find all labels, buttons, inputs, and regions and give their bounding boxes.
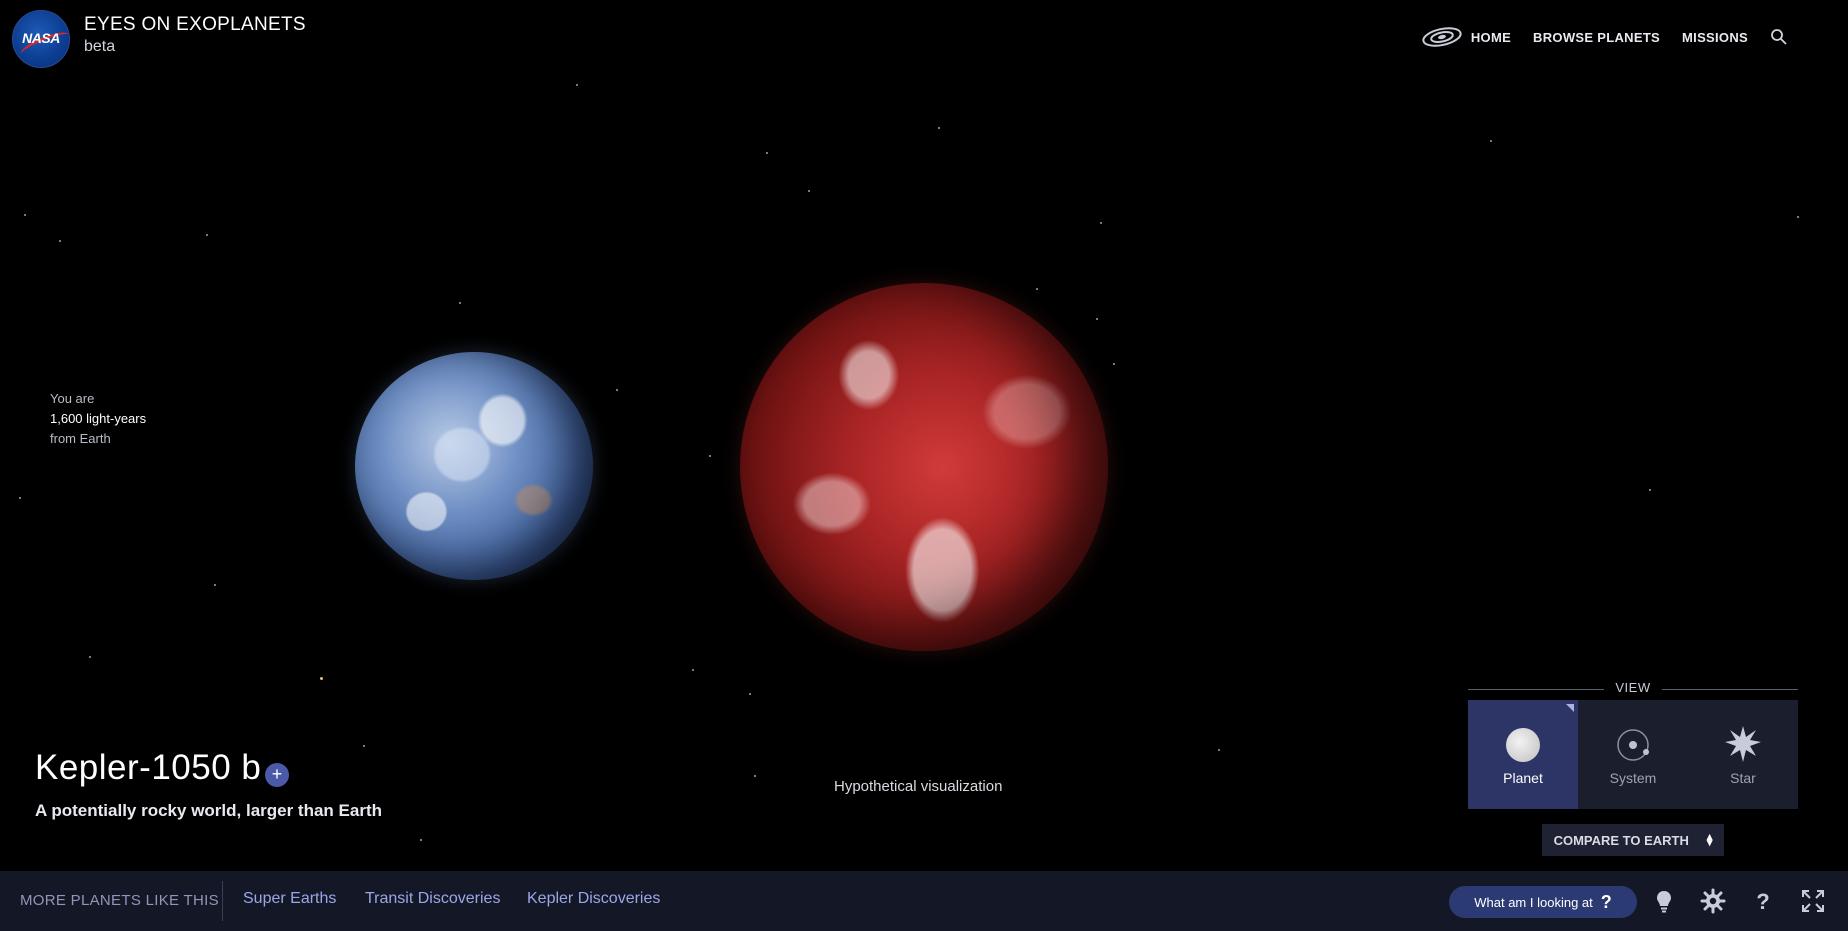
- star: [576, 84, 578, 86]
- settings-icon[interactable]: [1700, 888, 1726, 914]
- app-subtitle: beta: [84, 38, 116, 55]
- star: [1797, 216, 1799, 218]
- star: [206, 234, 208, 236]
- galaxy-icon: [1422, 27, 1462, 47]
- planet-name: Kepler-1050 b: [35, 748, 262, 787]
- view-planet-label: Planet: [1503, 770, 1543, 786]
- fullscreen-icon[interactable]: [1800, 888, 1826, 914]
- category-transit-discoveries[interactable]: Transit Discoveries: [365, 890, 500, 908]
- what-am-i-looking-at-button[interactable]: What am I looking at ?: [1449, 886, 1637, 918]
- help-icon[interactable]: ?: [1750, 888, 1776, 914]
- star: [754, 775, 756, 777]
- view-star-button[interactable]: Star: [1688, 700, 1798, 809]
- star: [320, 677, 323, 680]
- bottom-divider: [222, 881, 223, 921]
- star: [363, 745, 365, 747]
- looking-label: What am I looking at: [1474, 894, 1593, 910]
- system-icon: [1617, 729, 1649, 761]
- view-selector: Planet System Star: [1468, 700, 1798, 809]
- star: [214, 584, 216, 586]
- distance-value: 1,600 light-years: [50, 411, 147, 426]
- exoplanet[interactable]: [740, 283, 1108, 651]
- nav-home-label: HOME: [1470, 29, 1512, 45]
- distance-line1: You are: [50, 391, 95, 406]
- more-planets-label: MORE PLANETS LIKE THIS: [20, 892, 219, 909]
- category-kepler-discoveries[interactable]: Kepler Discoveries: [527, 890, 660, 908]
- planet-icon: [1506, 728, 1540, 762]
- sort-arrows-icon: ▴ ▾: [1706, 831, 1713, 849]
- star: [692, 669, 694, 671]
- star: [938, 127, 940, 129]
- bottom-bar: MORE PLANETS LIKE THIS Super Earths Tran…: [0, 871, 1848, 931]
- star: [709, 455, 711, 457]
- view-label: VIEW: [1615, 680, 1651, 695]
- svg-text:?: ?: [1756, 889, 1769, 914]
- star: [1649, 489, 1651, 491]
- distance-line3: from Earth: [50, 431, 111, 446]
- hypothetical-caption: Hypothetical visualization: [834, 778, 1003, 795]
- star: [1490, 140, 1492, 142]
- nav-missions-label: MISSIONS: [1682, 29, 1748, 45]
- nav-browse-label: BROWSE PLANETS: [1533, 29, 1661, 45]
- nav-missions[interactable]: MISSIONS: [1682, 30, 1748, 45]
- star: [459, 302, 461, 304]
- active-corner-marker: [1566, 704, 1574, 712]
- star: [766, 152, 768, 154]
- nasa-logo[interactable]: NASA: [12, 10, 70, 68]
- question-icon: ?: [1600, 891, 1612, 912]
- star: [749, 693, 751, 695]
- star: [808, 190, 810, 192]
- star: [1218, 749, 1220, 751]
- category-super-earths[interactable]: Super Earths: [243, 890, 336, 908]
- star: [420, 839, 422, 841]
- view-system-button[interactable]: System: [1578, 700, 1688, 809]
- view-planet-button[interactable]: Planet: [1468, 700, 1578, 809]
- view-star-label: Star: [1730, 770, 1756, 786]
- star: [89, 656, 91, 658]
- planet-description: A potentially rocky world, larger than E…: [35, 801, 382, 820]
- view-system-label: System: [1609, 770, 1657, 786]
- logo-text: NASA: [22, 30, 60, 46]
- compare-label: COMPARE TO EARTH: [1553, 832, 1689, 848]
- app-title[interactable]: EYES ON EXOPLANETS: [84, 14, 306, 36]
- nav-browse-planets[interactable]: BROWSE PLANETS: [1533, 30, 1660, 45]
- star: [59, 240, 61, 242]
- star: [1100, 222, 1102, 224]
- top-nav: HOME BROWSE PLANETS MISSIONS: [1421, 26, 1788, 48]
- add-planet-button[interactable]: +: [265, 763, 289, 787]
- distance-readout: You are 1,600 light-years from Earth: [50, 389, 146, 449]
- star: [1113, 363, 1115, 365]
- star: [19, 497, 21, 499]
- compare-to-earth-dropdown[interactable]: COMPARE TO EARTH ▴ ▾: [1542, 824, 1724, 856]
- star: [24, 214, 26, 216]
- star: [616, 389, 618, 391]
- star: [1036, 288, 1038, 290]
- star: [1096, 318, 1098, 320]
- star-icon: [1725, 726, 1761, 762]
- nav-home[interactable]: HOME: [1421, 26, 1511, 48]
- lightbulb-icon[interactable]: [1651, 888, 1677, 914]
- earth-planet[interactable]: [355, 352, 593, 580]
- search-icon[interactable]: [1770, 28, 1788, 46]
- view-heading: VIEW: [1468, 680, 1798, 696]
